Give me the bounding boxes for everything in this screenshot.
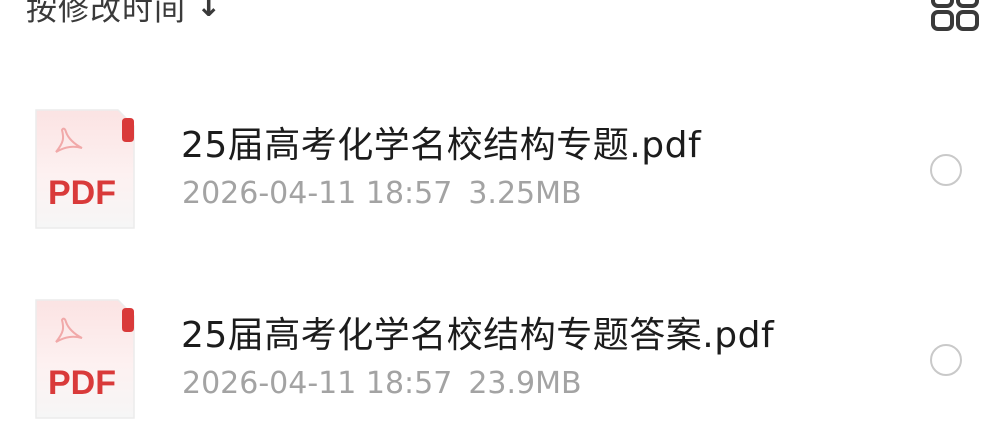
file-browser: 按修改时间 ↓ PDF 25届高考化学名校结构专题.pdf 2026-04-11…: [0, 0, 996, 425]
select-radio[interactable]: [930, 154, 962, 186]
file-date: 2026-04-11 18:57: [182, 366, 453, 401]
file-date: 2026-04-11 18:57: [182, 176, 453, 211]
sort-selector[interactable]: 按修改时间 ↓: [26, 0, 222, 30]
file-name: 25届高考化学名校结构专题答案.pdf: [181, 315, 775, 356]
pdf-type-label: PDF: [48, 174, 116, 212]
file-list-item[interactable]: PDF 25届高考化学名校结构专题答案.pdf 2026-04-11 18:57…: [0, 292, 996, 425]
file-size: 23.9MB: [468, 366, 582, 401]
pdf-type-label: PDF: [48, 364, 116, 402]
file-name: 25届高考化学名校结构专题.pdf: [181, 125, 702, 166]
select-radio[interactable]: [930, 344, 962, 376]
arrow-down-icon: ↓: [196, 0, 223, 24]
file-meta: 2026-04-11 18:57 23.9MB: [182, 366, 582, 401]
pdf-file-icon: PDF: [35, 299, 135, 419]
pdf-file-icon: PDF: [35, 109, 135, 229]
file-list-item[interactable]: PDF 25届高考化学名校结构专题.pdf 2026-04-11 18:57 3.…: [0, 102, 996, 242]
grid-view-icon[interactable]: [930, 0, 980, 32]
file-size: 3.25MB: [468, 176, 582, 211]
file-meta: 2026-04-11 18:57 3.25MB: [182, 176, 582, 211]
sort-label: 按修改时间: [26, 0, 186, 28]
